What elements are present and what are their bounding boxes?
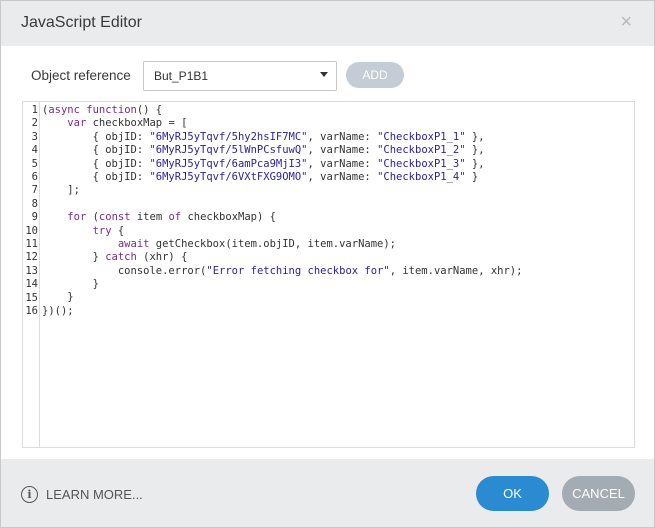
object-reference-row: Object reference But_P1B1 ADD (1, 61, 654, 91)
javascript-editor-dialog: JavaScript Editor × Object reference But… (0, 0, 655, 528)
line-number-gutter: 1 2 3 4 5 6 7 8 9 10 11 12 13 14 15 16 (23, 102, 40, 447)
line-number: 16 (25, 305, 38, 317)
line-number: 8 (31, 197, 38, 210)
code-line: { objID: "6MyRJ5yTqvf/6VXtFXG9OMO", varN… (42, 170, 479, 183)
cancel-button[interactable]: CANCEL (562, 476, 635, 511)
object-reference-value: But_P1B1 (154, 69, 209, 83)
line-number: 15 (25, 291, 38, 304)
code-line: try { (92, 224, 125, 237)
code-line: { objID: "6MyRJ5yTqvf/5hy2hsIF7MC", varN… (42, 130, 485, 143)
code-line: console.error("Error fetching checkbox f… (42, 264, 523, 277)
dialog-title: JavaScript Editor (21, 14, 142, 31)
line-number: 6 (31, 171, 38, 183)
line-number: 11 (25, 238, 38, 250)
code-line: ]; (42, 184, 80, 197)
code-line: } (42, 291, 74, 304)
line-number: 5 (31, 157, 38, 170)
chevron-down-icon (320, 72, 328, 77)
line-number: 2 (31, 117, 38, 130)
dialog-footer: i LEARN MORE... OK CANCEL (1, 459, 654, 527)
add-button[interactable]: ADD (346, 62, 404, 88)
line-number: 3 (31, 130, 38, 143)
code-line: } catch (xhr) { (42, 251, 188, 264)
line-number: 14 (25, 278, 38, 291)
code-editor[interactable]: 1 2 3 4 5 6 7 8 9 10 11 12 13 14 15 16 (async function(… (22, 101, 635, 448)
line-number: 1 (31, 104, 38, 116)
code-content[interactable]: (async function() { var checkboxMap = [ … (42, 104, 522, 318)
code-line: for (const item of checkboxMap) { (67, 211, 276, 224)
learn-more-label: LEARN MORE... (46, 487, 143, 502)
code-line: { objID: "6MyRJ5yTqvf/6amPca9MjI3", varN… (42, 157, 485, 170)
ok-button[interactable]: OK (476, 476, 549, 511)
code-line: await getCheckbox(item.objID, item.varNa… (117, 237, 397, 250)
code-line: })(); (42, 304, 74, 317)
line-number: 12 (25, 251, 38, 264)
object-reference-select[interactable]: But_P1B1 (143, 61, 337, 91)
code-line: } (42, 278, 99, 291)
close-icon[interactable]: × (620, 12, 632, 32)
code-line: var checkboxMap = [ (67, 117, 188, 130)
info-icon: i (21, 486, 38, 503)
dialog-header: JavaScript Editor × (1, 1, 654, 46)
line-number: 10 (25, 224, 38, 237)
line-number: 13 (25, 264, 38, 277)
line-number: 7 (31, 184, 38, 197)
line-number: 4 (31, 144, 38, 157)
code-line: (async function() { (42, 104, 163, 116)
code-line: ​ (42, 198, 522, 211)
object-reference-label: Object reference (31, 68, 131, 83)
line-number: 9 (31, 211, 38, 224)
code-line: { objID: "6MyRJ5yTqvf/5lWnPCsfuwQ", varN… (42, 144, 485, 157)
